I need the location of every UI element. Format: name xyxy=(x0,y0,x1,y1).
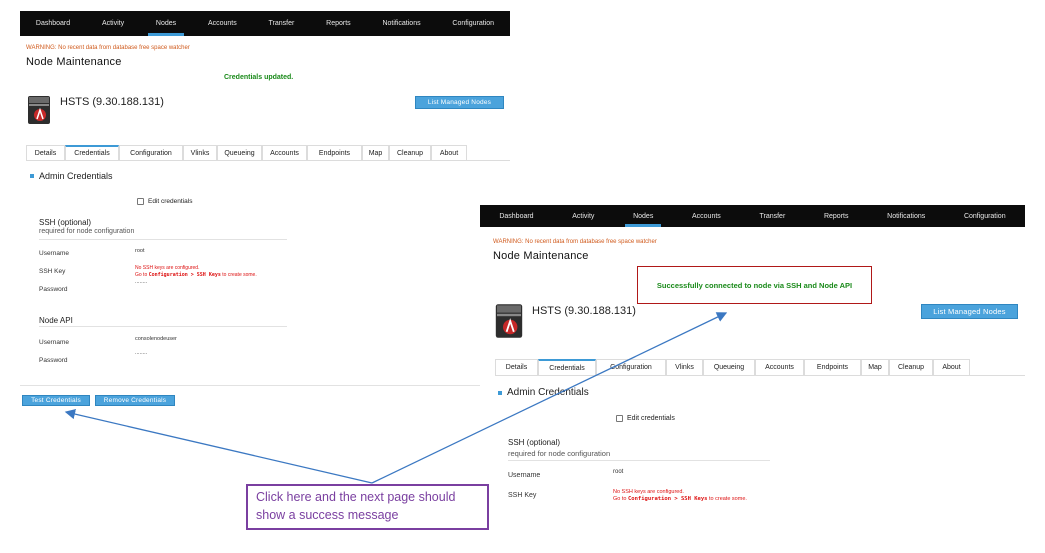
arrow-to-success-message xyxy=(371,312,728,484)
annotation-callout: Click here and the next page should show… xyxy=(246,484,489,530)
annotation-arrows xyxy=(64,312,728,484)
arrow-to-test-credentials xyxy=(64,408,373,484)
